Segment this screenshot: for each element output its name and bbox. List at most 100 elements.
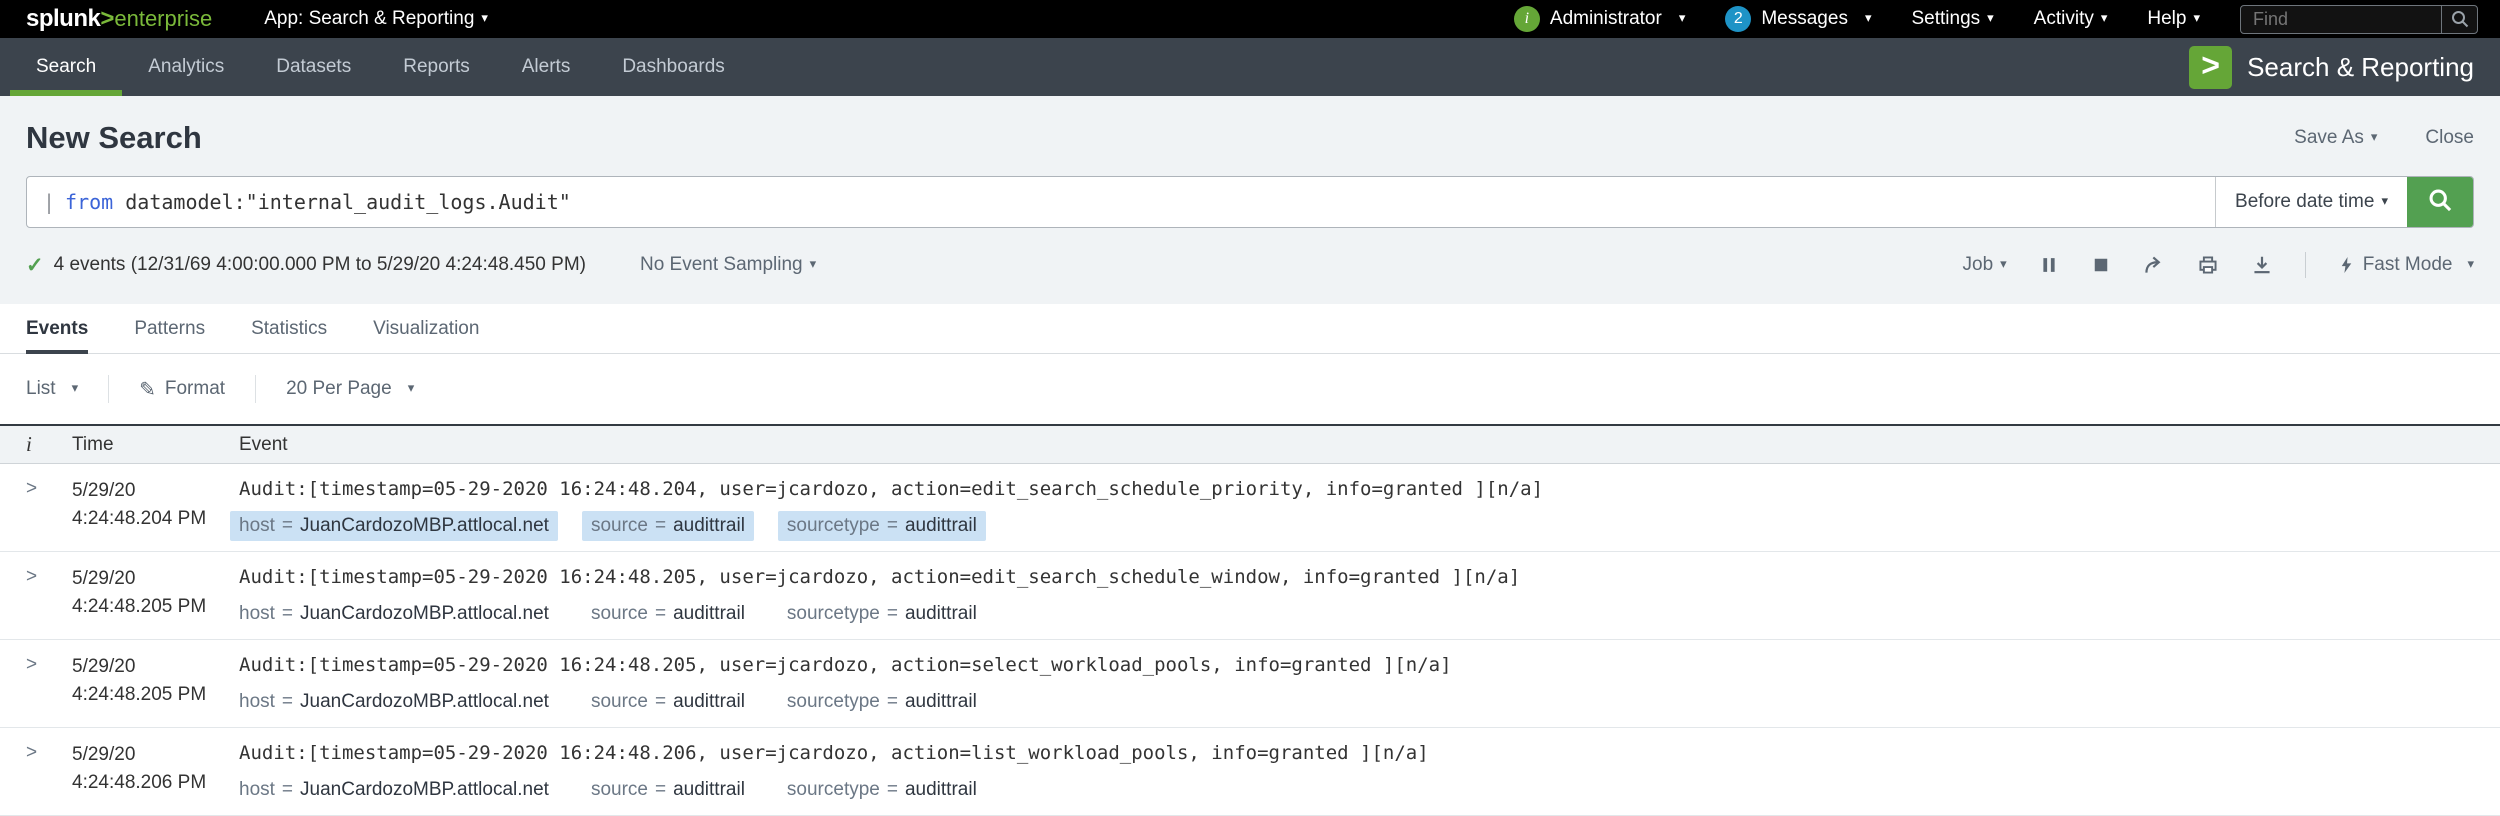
search-header-section: New Search Save As ▾ Close | from datamod… — [0, 96, 2500, 304]
search-query-input[interactable]: | from datamodel:"internal_audit_logs.Aud… — [27, 177, 2215, 227]
expand-chevron-icon[interactable]: > — [0, 552, 72, 639]
nav-item-dashboards[interactable]: Dashboards — [596, 38, 750, 96]
event-cell: Audit:[timestamp=05-29-2020 16:24:48.206… — [239, 728, 2500, 815]
field-host[interactable]: host = JuanCardozoMBP.attlocal.net — [230, 511, 558, 541]
field-host[interactable]: host = JuanCardozoMBP.attlocal.net — [230, 687, 558, 717]
event-time[interactable]: 5/29/20 4:24:48.206 PM — [72, 728, 239, 815]
save-as-menu[interactable]: Save As ▾ — [2294, 127, 2377, 149]
field-sourcetype[interactable]: sourcetype = audittrail — [778, 687, 986, 717]
col-header-info: i — [26, 432, 32, 456]
field-host[interactable]: host = JuanCardozoMBP.attlocal.net — [230, 775, 558, 805]
field-sourcetype[interactable]: sourcetype = audittrail — [778, 599, 986, 629]
field-source[interactable]: source = audittrail — [582, 687, 754, 717]
nav-item-datasets[interactable]: Datasets — [250, 38, 377, 96]
expand-chevron-icon[interactable]: > — [0, 640, 72, 727]
pause-button[interactable] — [2039, 255, 2059, 275]
chevron-down-icon: ▾ — [2467, 256, 2474, 271]
app-menu-label: App: Search & Reporting — [264, 8, 475, 29]
field-source[interactable]: source = audittrail — [582, 599, 754, 629]
search-icon[interactable] — [2441, 5, 2477, 33]
nav-item-analytics[interactable]: Analytics — [122, 38, 250, 96]
format-menu[interactable]: ✎ Format — [139, 377, 225, 402]
query-rest: datamodel:"internal_audit_logs.Audit" — [113, 190, 571, 214]
field-source[interactable]: source = audittrail — [582, 775, 754, 805]
settings-menu[interactable]: Settings ▾ — [1911, 8, 1993, 30]
app-icon: > — [2189, 45, 2233, 89]
stop-button[interactable] — [2091, 255, 2111, 275]
close-button[interactable]: Close — [2425, 127, 2474, 149]
field-sourcetype[interactable]: sourcetype = audittrail — [777, 511, 986, 541]
help-label: Help — [2147, 8, 2187, 29]
event-sampling-menu[interactable]: No Event Sampling ▾ — [640, 254, 816, 276]
lightning-icon — [2338, 255, 2355, 275]
time-range-picker[interactable]: Before date time ▾ — [2215, 177, 2407, 227]
tab-visualization[interactable]: Visualization — [373, 304, 479, 353]
col-header-time: Time — [72, 433, 114, 455]
chevron-down-icon: ▾ — [2100, 10, 2108, 25]
results-tabs: Events Patterns Statistics Visualization — [0, 304, 2500, 354]
event-fields: host = JuanCardozoMBP.attlocal.net source =… — [230, 599, 2476, 629]
expand-chevron-icon[interactable]: > — [0, 728, 72, 815]
per-page-menu[interactable]: 20 Per Page ▾ — [286, 378, 414, 400]
event-raw-text: Audit:[timestamp=05-29-2020 16:24:48.206… — [239, 742, 1429, 764]
search-button[interactable] — [2407, 177, 2473, 227]
event-row: > 5/29/20 4:24:48.205 PM Audit:[timestam… — [0, 552, 2500, 640]
messages-menu[interactable]: 2 Messages ▾ — [1725, 6, 1871, 32]
job-menu[interactable]: Job ▾ — [1963, 254, 2007, 276]
print-button[interactable] — [2197, 254, 2219, 276]
view-type-menu[interactable]: List ▾ — [26, 378, 78, 400]
app-identity: > Search & Reporting — [2189, 38, 2500, 96]
splunk-logo[interactable]: splunk > enterprise — [26, 5, 212, 33]
health-status-icon[interactable]: i — [1513, 6, 1540, 32]
find-input[interactable] — [2241, 8, 2441, 30]
nav-item-search[interactable]: Search — [10, 38, 123, 96]
messages-label: Messages — [1761, 8, 1848, 29]
event-time[interactable]: 5/29/20 4:24:48.204 PM — [72, 464, 239, 551]
help-menu[interactable]: Help ▾ — [2147, 8, 2200, 30]
event-cell: Audit:[timestamp=05-29-2020 16:24:48.204… — [230, 464, 2500, 551]
event-fields: host = JuanCardozoMBP.attlocal.net source =… — [230, 511, 2476, 541]
field-host[interactable]: host = JuanCardozoMBP.attlocal.net — [230, 599, 558, 629]
expand-chevron-icon[interactable]: > — [0, 464, 72, 551]
activity-menu[interactable]: Activity ▾ — [2034, 8, 2108, 30]
chevron-down-icon: ▾ — [2193, 10, 2200, 25]
field-source[interactable]: source = audittrail — [581, 511, 754, 541]
query-command: from — [65, 190, 114, 214]
event-raw-text: Audit:[timestamp=05-29-2020 16:24:48.204… — [239, 478, 1544, 500]
chevron-down-icon: ▾ — [1864, 10, 1872, 25]
col-header-event: Event — [239, 433, 288, 455]
event-raw-text: Audit:[timestamp=05-29-2020 16:24:48.205… — [239, 566, 1521, 588]
user-menu[interactable]: i Administrator ▾ — [1513, 6, 1685, 32]
tab-patterns[interactable]: Patterns — [134, 304, 205, 353]
events-table: i Time Event > 5/29/20 4:24:48.204 PM Au… — [0, 424, 2500, 816]
app-title: Search & Reporting — [2247, 51, 2474, 82]
chevron-down-icon: ▾ — [2381, 193, 2388, 208]
find-box — [2240, 4, 2478, 34]
chevron-down-icon: ▾ — [1987, 10, 1994, 25]
chevron-down-icon: ▾ — [2370, 129, 2378, 144]
app-nav-bar: Search Analytics Datasets Reports Alerts… — [0, 38, 2500, 96]
settings-label: Settings — [1911, 8, 1981, 29]
event-cell: Audit:[timestamp=05-29-2020 16:24:48.205… — [239, 552, 2500, 639]
chevron-down-icon: ▾ — [809, 256, 817, 271]
app-menu[interactable]: App: Search & Reporting ▾ — [264, 8, 488, 30]
tab-statistics[interactable]: Statistics — [251, 304, 327, 353]
logo-chevron-icon: > — [100, 5, 115, 32]
search-mode-menu[interactable]: Fast Mode ▾ — [2338, 254, 2474, 276]
nav-item-alerts[interactable]: Alerts — [496, 38, 597, 96]
field-sourcetype[interactable]: sourcetype = audittrail — [778, 775, 986, 805]
export-button[interactable] — [2251, 254, 2273, 276]
nav-item-reports[interactable]: Reports — [377, 38, 496, 96]
divider — [2304, 252, 2306, 278]
event-row: > 5/29/20 4:24:48.205 PM Audit:[timestam… — [0, 640, 2500, 728]
page-title: New Search — [26, 120, 202, 155]
job-status-bar: ✓ 4 events (12/31/69 4:00:00.000 PM to 5… — [26, 228, 2474, 304]
chevron-down-icon: ▾ — [481, 10, 488, 25]
event-time[interactable]: 5/29/20 4:24:48.205 PM — [72, 640, 239, 727]
event-cell: Audit:[timestamp=05-29-2020 16:24:48.205… — [239, 640, 2500, 727]
magnifier-icon — [2427, 187, 2453, 218]
share-button[interactable] — [2143, 254, 2165, 276]
event-time[interactable]: 5/29/20 4:24:48.205 PM — [72, 552, 239, 639]
logo-product: enterprise — [114, 6, 213, 31]
tab-events[interactable]: Events — [26, 304, 89, 354]
